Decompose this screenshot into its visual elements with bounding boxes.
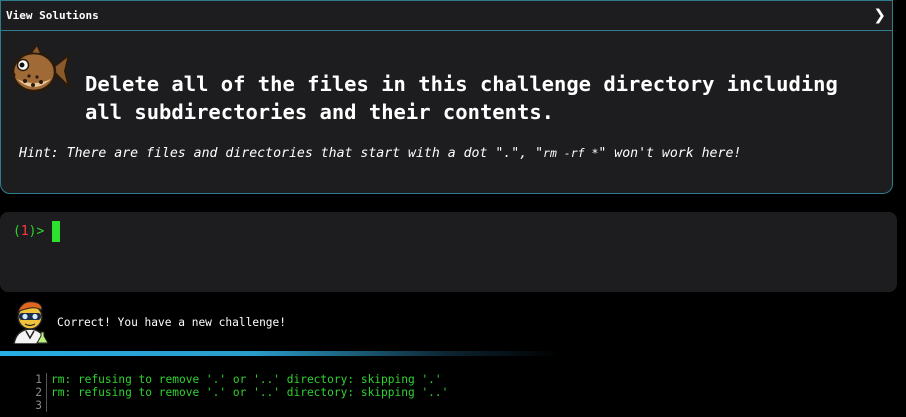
pufferfish-icon — [11, 43, 71, 93]
challenge-title: Delete all of the files in this challeng… — [85, 72, 838, 124]
output-line: 2 rm: refusing to remove '.' or '..' dire… — [30, 386, 448, 399]
challenge-panel: View Solutions ❯ Delete all of the files… — [0, 0, 893, 194]
terminal-input-area[interactable]: (1)> — [0, 212, 897, 292]
output-line: 1 rm: refusing to remove '.' or '..' dire… — [30, 373, 448, 386]
output-divider — [0, 351, 560, 356]
scientist-avatar-icon — [13, 301, 49, 344]
line-number: 3 — [30, 399, 47, 412]
line-text: rm: refusing to remove '.' or '..' direc… — [51, 386, 449, 399]
prompt-number: 1 — [20, 224, 29, 239]
hint-code: rm -rf * — [543, 146, 599, 160]
line-number: 1 — [30, 373, 47, 386]
hint-suffix: " won't work here! — [598, 146, 742, 161]
feedback-message: Correct! You have a new challenge! — [57, 316, 287, 329]
prompt-open: ( — [13, 224, 21, 239]
terminal-cursor[interactable] — [52, 221, 60, 242]
line-text: rm: refusing to remove '.' or '..' direc… — [51, 373, 442, 386]
command-output: 1 rm: refusing to remove '.' or '..' dire… — [30, 373, 448, 412]
terminal-prompt: (1)> — [13, 224, 44, 239]
view-solutions-toggle[interactable]: View Solutions ❯ — [1, 1, 892, 31]
output-line: 3 — [30, 399, 448, 412]
view-solutions-label: View Solutions — [6, 9, 99, 22]
line-number: 2 — [30, 386, 47, 399]
chevron-right-icon[interactable]: ❯ — [873, 6, 886, 24]
prompt-close: )> — [28, 224, 45, 239]
hint-prefix: Hint: There are files and directories th… — [19, 146, 544, 161]
challenge-hint: Hint: There are files and directories th… — [19, 146, 889, 161]
